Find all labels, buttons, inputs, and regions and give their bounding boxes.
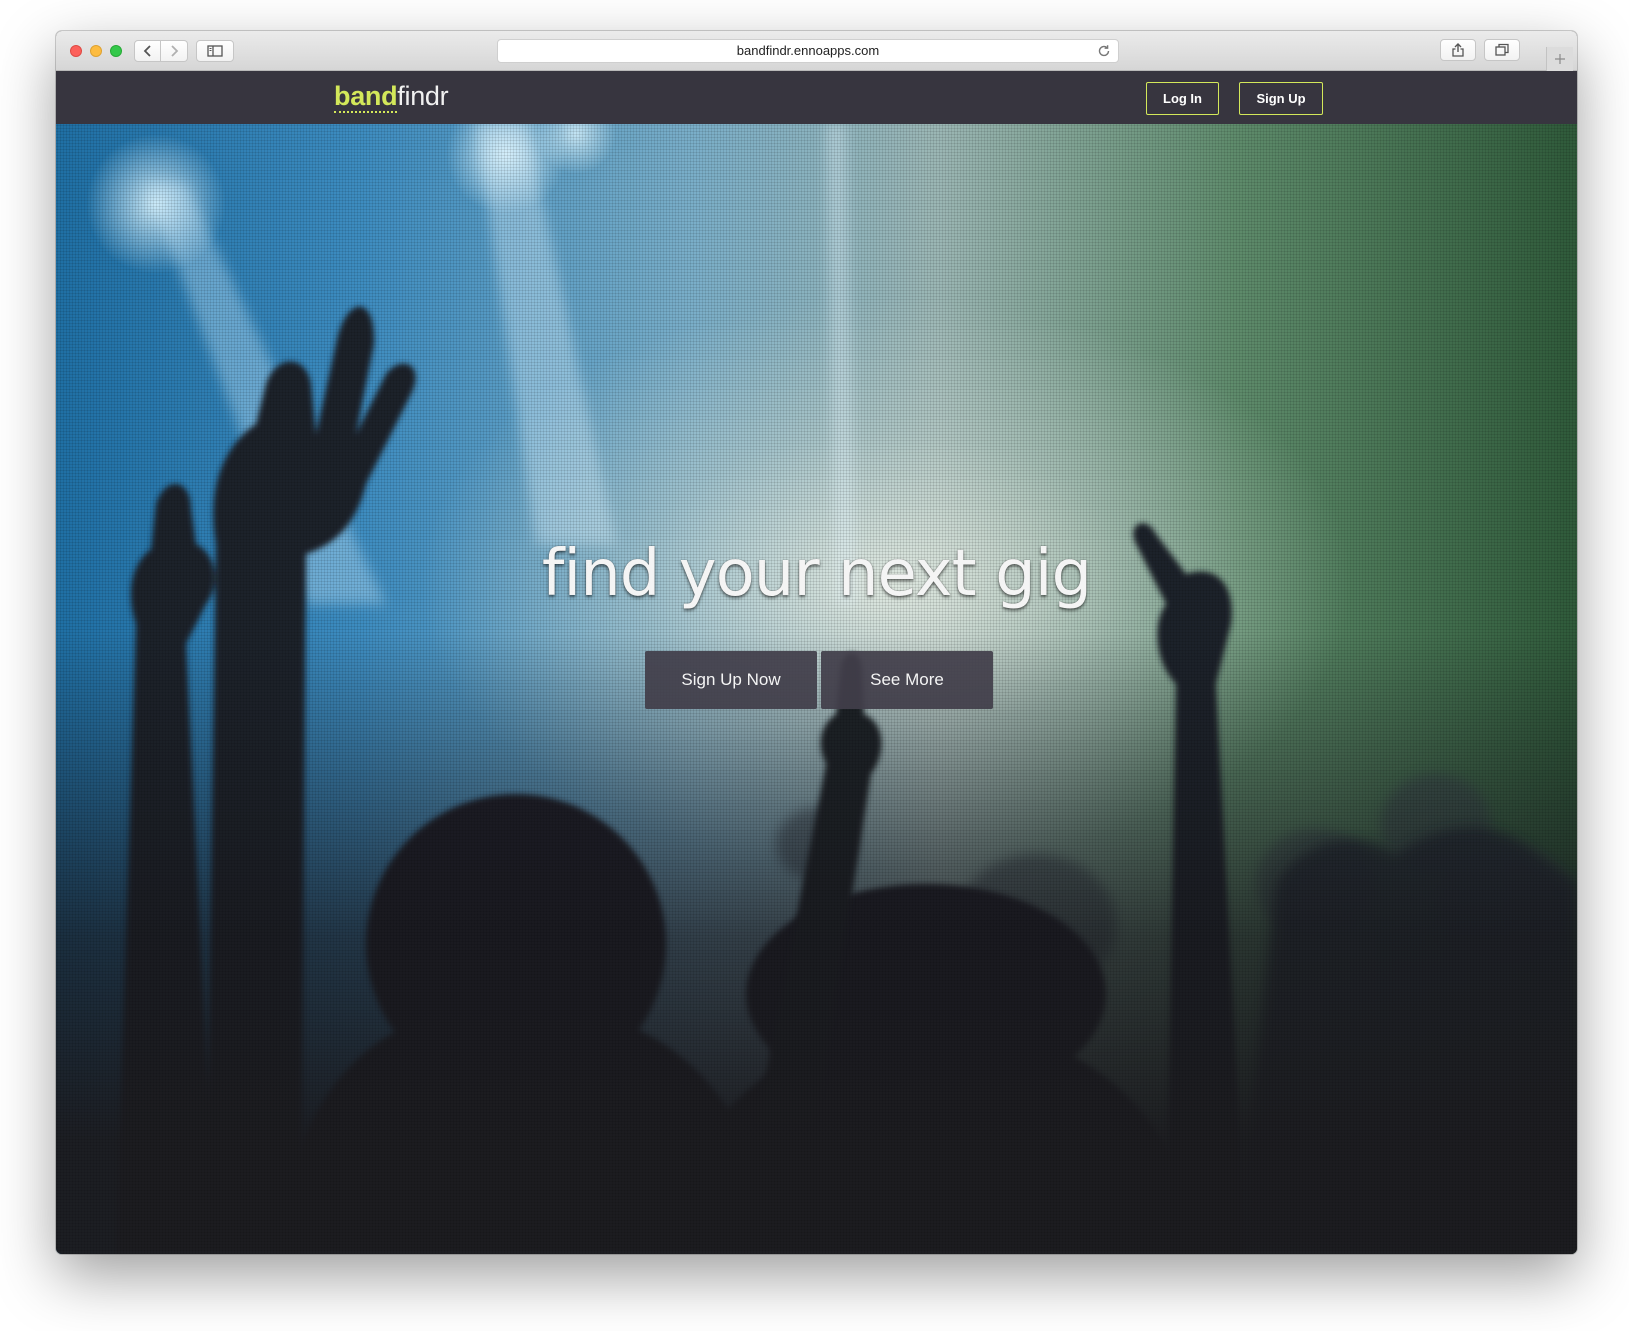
signup-now-button[interactable]: Sign Up Now (645, 651, 817, 709)
address-bar[interactable]: bandfindr.ennoapps.com (497, 39, 1119, 63)
browser-toolbar: bandfindr.ennoapps.com (56, 31, 1577, 71)
sidebar-icon (207, 45, 223, 57)
share-button[interactable] (1440, 39, 1476, 61)
logo-band-text: band (334, 81, 398, 113)
chevron-right-icon (171, 45, 179, 57)
share-icon (1452, 43, 1464, 57)
see-more-button[interactable]: See More (821, 651, 993, 709)
tabs-overview-icon (1495, 43, 1509, 56)
plus-icon (1555, 54, 1565, 64)
chevron-left-icon (143, 45, 151, 57)
history-nav (134, 40, 188, 62)
sidebar-toggle-button[interactable] (196, 40, 234, 62)
forward-button[interactable] (161, 40, 188, 62)
tab-overview-button[interactable] (1484, 39, 1520, 61)
reload-icon[interactable] (1097, 44, 1111, 58)
close-window-button[interactable] (70, 45, 82, 57)
site-header: bandfindr Log In Sign Up (56, 71, 1577, 124)
new-tab-button[interactable] (1546, 47, 1573, 71)
hero-title: find your next gig (541, 537, 1092, 611)
maximize-window-button[interactable] (110, 45, 122, 57)
login-button[interactable]: Log In (1146, 82, 1219, 115)
site-logo[interactable]: bandfindr (334, 80, 449, 113)
browser-window: bandfindr.ennoapps.com bandfindr Log In … (56, 31, 1577, 1254)
url-text: bandfindr.ennoapps.com (736, 43, 880, 58)
hero-section: find your next gig Sign Up Now See More (56, 124, 1577, 1254)
minimize-window-button[interactable] (90, 45, 102, 57)
logo-findr-text: findr (397, 81, 449, 111)
signup-button[interactable]: Sign Up (1239, 82, 1323, 115)
back-button[interactable] (134, 40, 161, 62)
